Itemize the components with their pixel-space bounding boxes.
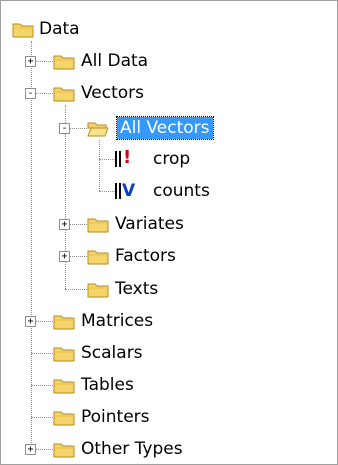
- tree-node-label: All Data: [81, 51, 149, 71]
- variate-vector-icon: V: [115, 181, 137, 201]
- folder-icon: [87, 218, 109, 233]
- tree-node-texts[interactable]: Texts: [1, 276, 201, 302]
- tree-node-factors[interactable]: + Factors: [1, 243, 211, 269]
- expand-icon[interactable]: +: [25, 56, 36, 67]
- tree-node-vectors[interactable]: - Vectors: [1, 80, 171, 106]
- tree-node-label: All Vectors: [116, 116, 214, 140]
- tree-node-label: Pointers: [81, 407, 150, 427]
- folder-icon: [53, 347, 75, 362]
- open-folder-icon: [87, 122, 109, 137]
- tree-node-label: Vectors: [81, 83, 145, 103]
- folder-icon: [87, 283, 109, 298]
- tree-node-label: Tables: [81, 375, 134, 395]
- tree-node-all-vectors[interactable]: - All Vectors: [1, 115, 231, 141]
- folder-icon: [53, 87, 75, 102]
- tree-node-label: counts: [153, 181, 210, 201]
- tree-node-variates[interactable]: + Variates: [1, 211, 211, 237]
- expand-icon[interactable]: +: [25, 316, 36, 327]
- tree-node-label: Matrices: [81, 311, 154, 331]
- tree-node-label: Data: [39, 19, 80, 39]
- data-tree-panel: Data + All Data - Vectors - All Vectors: [0, 0, 338, 465]
- folder-icon: [12, 23, 34, 38]
- tree-node-matrices[interactable]: + Matrices: [1, 308, 181, 334]
- tree-node-pointers[interactable]: Pointers: [1, 404, 171, 430]
- tree-node-counts[interactable]: V counts: [1, 178, 241, 204]
- tree-node-label: Texts: [115, 279, 159, 299]
- tree-node-label: crop: [153, 149, 191, 169]
- factor-vector-icon: !: [115, 148, 137, 168]
- folder-icon: [87, 250, 109, 265]
- folder-icon: [53, 443, 75, 458]
- tree-node-other-types[interactable]: + Other Types: [1, 436, 201, 462]
- tree-node-crop[interactable]: ! crop: [1, 146, 221, 172]
- folder-icon: [53, 411, 75, 426]
- collapse-icon[interactable]: -: [25, 88, 36, 99]
- tree-node-label: Variates: [115, 214, 184, 234]
- tree-node-all-data[interactable]: + All Data: [1, 48, 171, 74]
- tree-node-label: Factors: [115, 246, 176, 266]
- expand-icon[interactable]: +: [59, 251, 70, 262]
- expand-icon[interactable]: +: [59, 219, 70, 230]
- folder-icon: [53, 55, 75, 70]
- tree-node-data[interactable]: Data: [1, 16, 121, 42]
- tree-node-label: Scalars: [81, 343, 143, 363]
- tree-node-scalars[interactable]: Scalars: [1, 340, 171, 366]
- folder-icon: [53, 379, 75, 394]
- expand-icon[interactable]: +: [25, 444, 36, 455]
- tree-node-label: Other Types: [81, 439, 183, 459]
- collapse-icon[interactable]: -: [59, 123, 70, 134]
- tree-node-tables[interactable]: Tables: [1, 372, 171, 398]
- folder-icon: [53, 315, 75, 330]
